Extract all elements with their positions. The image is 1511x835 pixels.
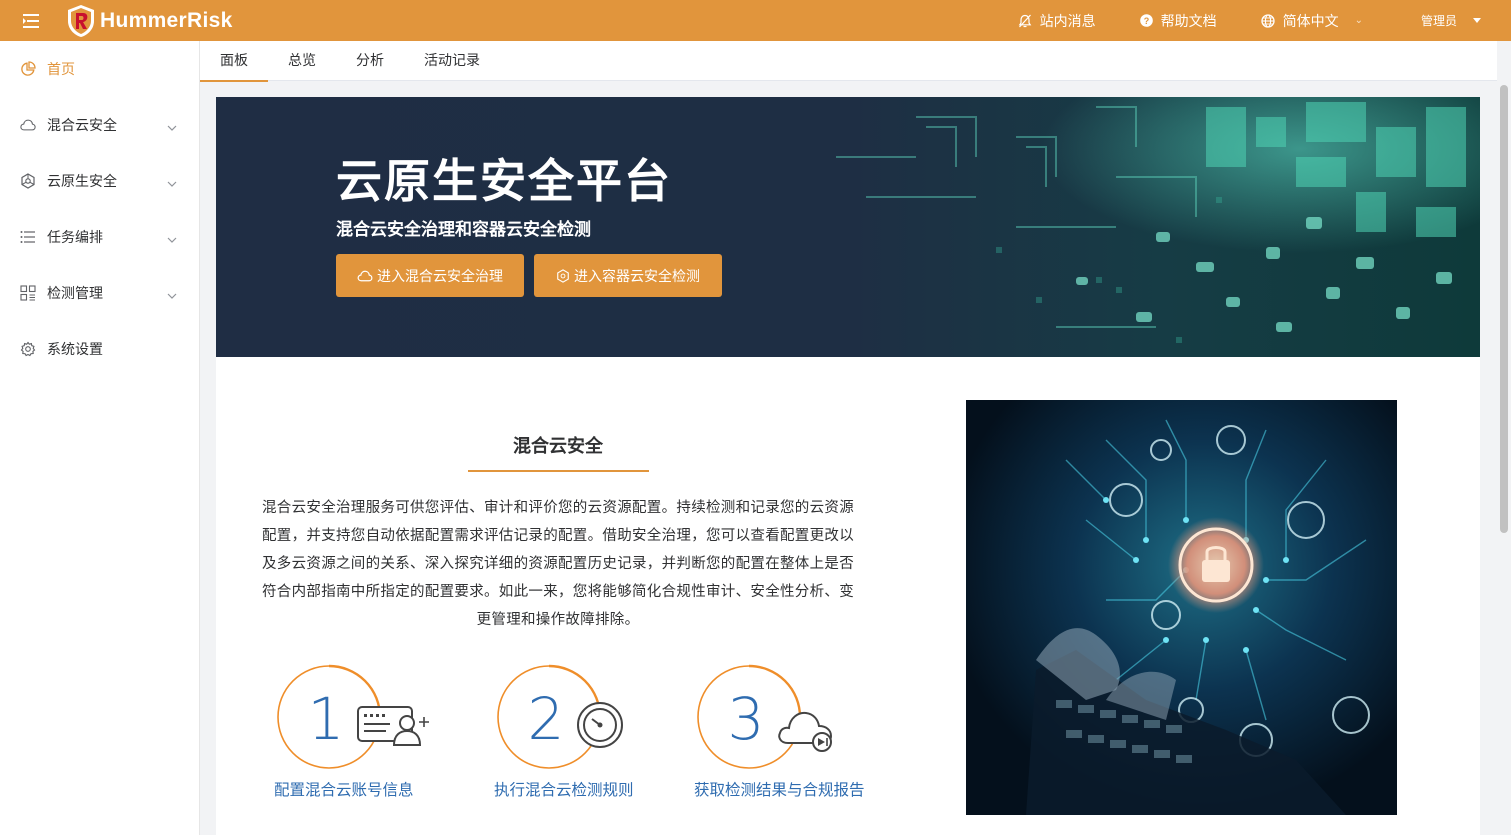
- caret-down-icon: [1473, 18, 1481, 23]
- section-title: 混合云安全: [513, 436, 603, 457]
- pie-chart-icon: [20, 61, 36, 77]
- step-run-rules[interactable]: 2 执行混合云检测规则: [494, 663, 664, 803]
- messages-button[interactable]: 站内消息: [996, 0, 1118, 41]
- cyber-security-photo: [966, 400, 1397, 815]
- sidebar-item-label: 检测管理: [47, 286, 103, 302]
- tab-activity-log[interactable]: 活动记录: [404, 41, 500, 81]
- sidebar-item-cloud-native[interactable]: 云原生安全: [0, 153, 199, 209]
- step-configure-account[interactable]: 1 配置混合云账号信息: [274, 663, 444, 803]
- brand-name: HummerRisk: [100, 8, 233, 32]
- tab-overview[interactable]: 总览: [268, 41, 336, 81]
- menu-toggle-button[interactable]: [0, 0, 62, 41]
- svg-text:?: ?: [1143, 16, 1149, 26]
- cloud-icon: [20, 117, 36, 133]
- chevron-down-icon: [167, 287, 177, 303]
- step-label: 执行混合云检测规则: [494, 781, 634, 799]
- section-title-underline: [468, 470, 649, 472]
- chevron-down-icon: [167, 231, 177, 247]
- sidebar-item-label: 系统设置: [47, 342, 103, 358]
- step-number: 2: [528, 685, 565, 753]
- step-number: 1: [308, 685, 345, 753]
- chevron-down-icon: ⌄: [1354, 15, 1363, 26]
- sidebar-item-label: 混合云安全: [47, 118, 117, 134]
- section-description: 混合云安全治理服务可供您评估、审计和评价您的云资源配置。持续检测和记录您的云资源…: [262, 500, 854, 628]
- language-selector[interactable]: 简体中文 ⌄: [1239, 0, 1385, 41]
- sidebar-item-label: 首页: [47, 62, 75, 78]
- main-content: 云原生安全平台 混合云安全治理和容器云安全检测 进入混合云安全治理 进入容器云安…: [216, 97, 1480, 835]
- gear-icon: [20, 341, 36, 357]
- sidebar-item-tasks[interactable]: 任务编排: [0, 209, 199, 265]
- language-label: 简体中文: [1282, 13, 1339, 30]
- sidebar-item-detection[interactable]: 检测管理: [0, 265, 199, 321]
- chevron-down-icon: [167, 119, 177, 135]
- globe-icon: [1260, 13, 1275, 28]
- step-get-results[interactable]: 3 获取检测结果与合规报告: [694, 663, 865, 803]
- sidebar-nav: 首页 混合云安全 云原生安全 任务编排 检测管理 系统设置: [0, 41, 200, 835]
- sidebar-item-label: 云原生安全: [47, 174, 117, 190]
- timer-icon: 2: [497, 664, 623, 769]
- bell-off-icon: [1018, 14, 1031, 27]
- cube-network-icon: [20, 173, 36, 189]
- chevron-down-icon: [167, 175, 177, 191]
- sidebar-item-hybrid-cloud[interactable]: 混合云安全: [0, 97, 199, 153]
- account-card-add-icon: 1: [277, 664, 429, 769]
- button-label: 进入容器云安全检测: [574, 268, 700, 285]
- help-docs-label: 帮助文档: [1160, 13, 1217, 30]
- top-header: HummerRisk 站内消息 ? 帮助文档 简体中文 ⌄ 管理员: [0, 0, 1511, 41]
- user-menu[interactable]: 管理员: [1385, 0, 1511, 41]
- sidebar-item-label: 任务编排: [47, 230, 103, 246]
- step-number: 3: [728, 685, 765, 753]
- tab-bar: 面板 总览 分析 活动记录: [200, 41, 1497, 82]
- sidebar-item-home[interactable]: 首页: [0, 41, 199, 97]
- banner-subtitle: 混合云安全治理和容器云安全检测: [336, 220, 591, 240]
- button-label: 进入混合云安全治理: [377, 268, 503, 285]
- banner-title: 云原生安全平台: [336, 154, 672, 208]
- cloud-report-icon: 3: [697, 664, 833, 769]
- step-label: 获取检测结果与合规报告: [694, 781, 865, 799]
- enter-container-cloud-button[interactable]: 进入容器云安全检测: [534, 254, 722, 297]
- user-name: 管理员: [1420, 14, 1457, 28]
- messages-label: 站内消息: [1039, 13, 1096, 30]
- help-docs-button[interactable]: ? 帮助文档: [1118, 0, 1239, 41]
- tab-dashboard[interactable]: 面板: [200, 41, 268, 82]
- page-scrollbar[interactable]: [1497, 81, 1511, 835]
- cube-network-icon: [557, 268, 569, 283]
- shield-logo-icon: [68, 4, 94, 37]
- sidebar-item-settings[interactable]: 系统设置: [0, 321, 199, 377]
- hamburger-icon: [23, 13, 39, 28]
- list-icon: [20, 229, 36, 245]
- cloud-icon: [357, 270, 373, 281]
- question-circle-icon: ?: [1139, 14, 1153, 27]
- grid-icon: [20, 285, 36, 301]
- brand-logo[interactable]: HummerRisk: [66, 4, 233, 38]
- tab-analysis[interactable]: 分析: [336, 41, 404, 81]
- enter-hybrid-cloud-button[interactable]: 进入混合云安全治理: [336, 254, 524, 297]
- scrollbar-thumb[interactable]: [1500, 85, 1508, 533]
- step-label: 配置混合云账号信息: [274, 781, 414, 799]
- hero-banner: 云原生安全平台 混合云安全治理和容器云安全检测 进入混合云安全治理 进入容器云安…: [216, 97, 1480, 357]
